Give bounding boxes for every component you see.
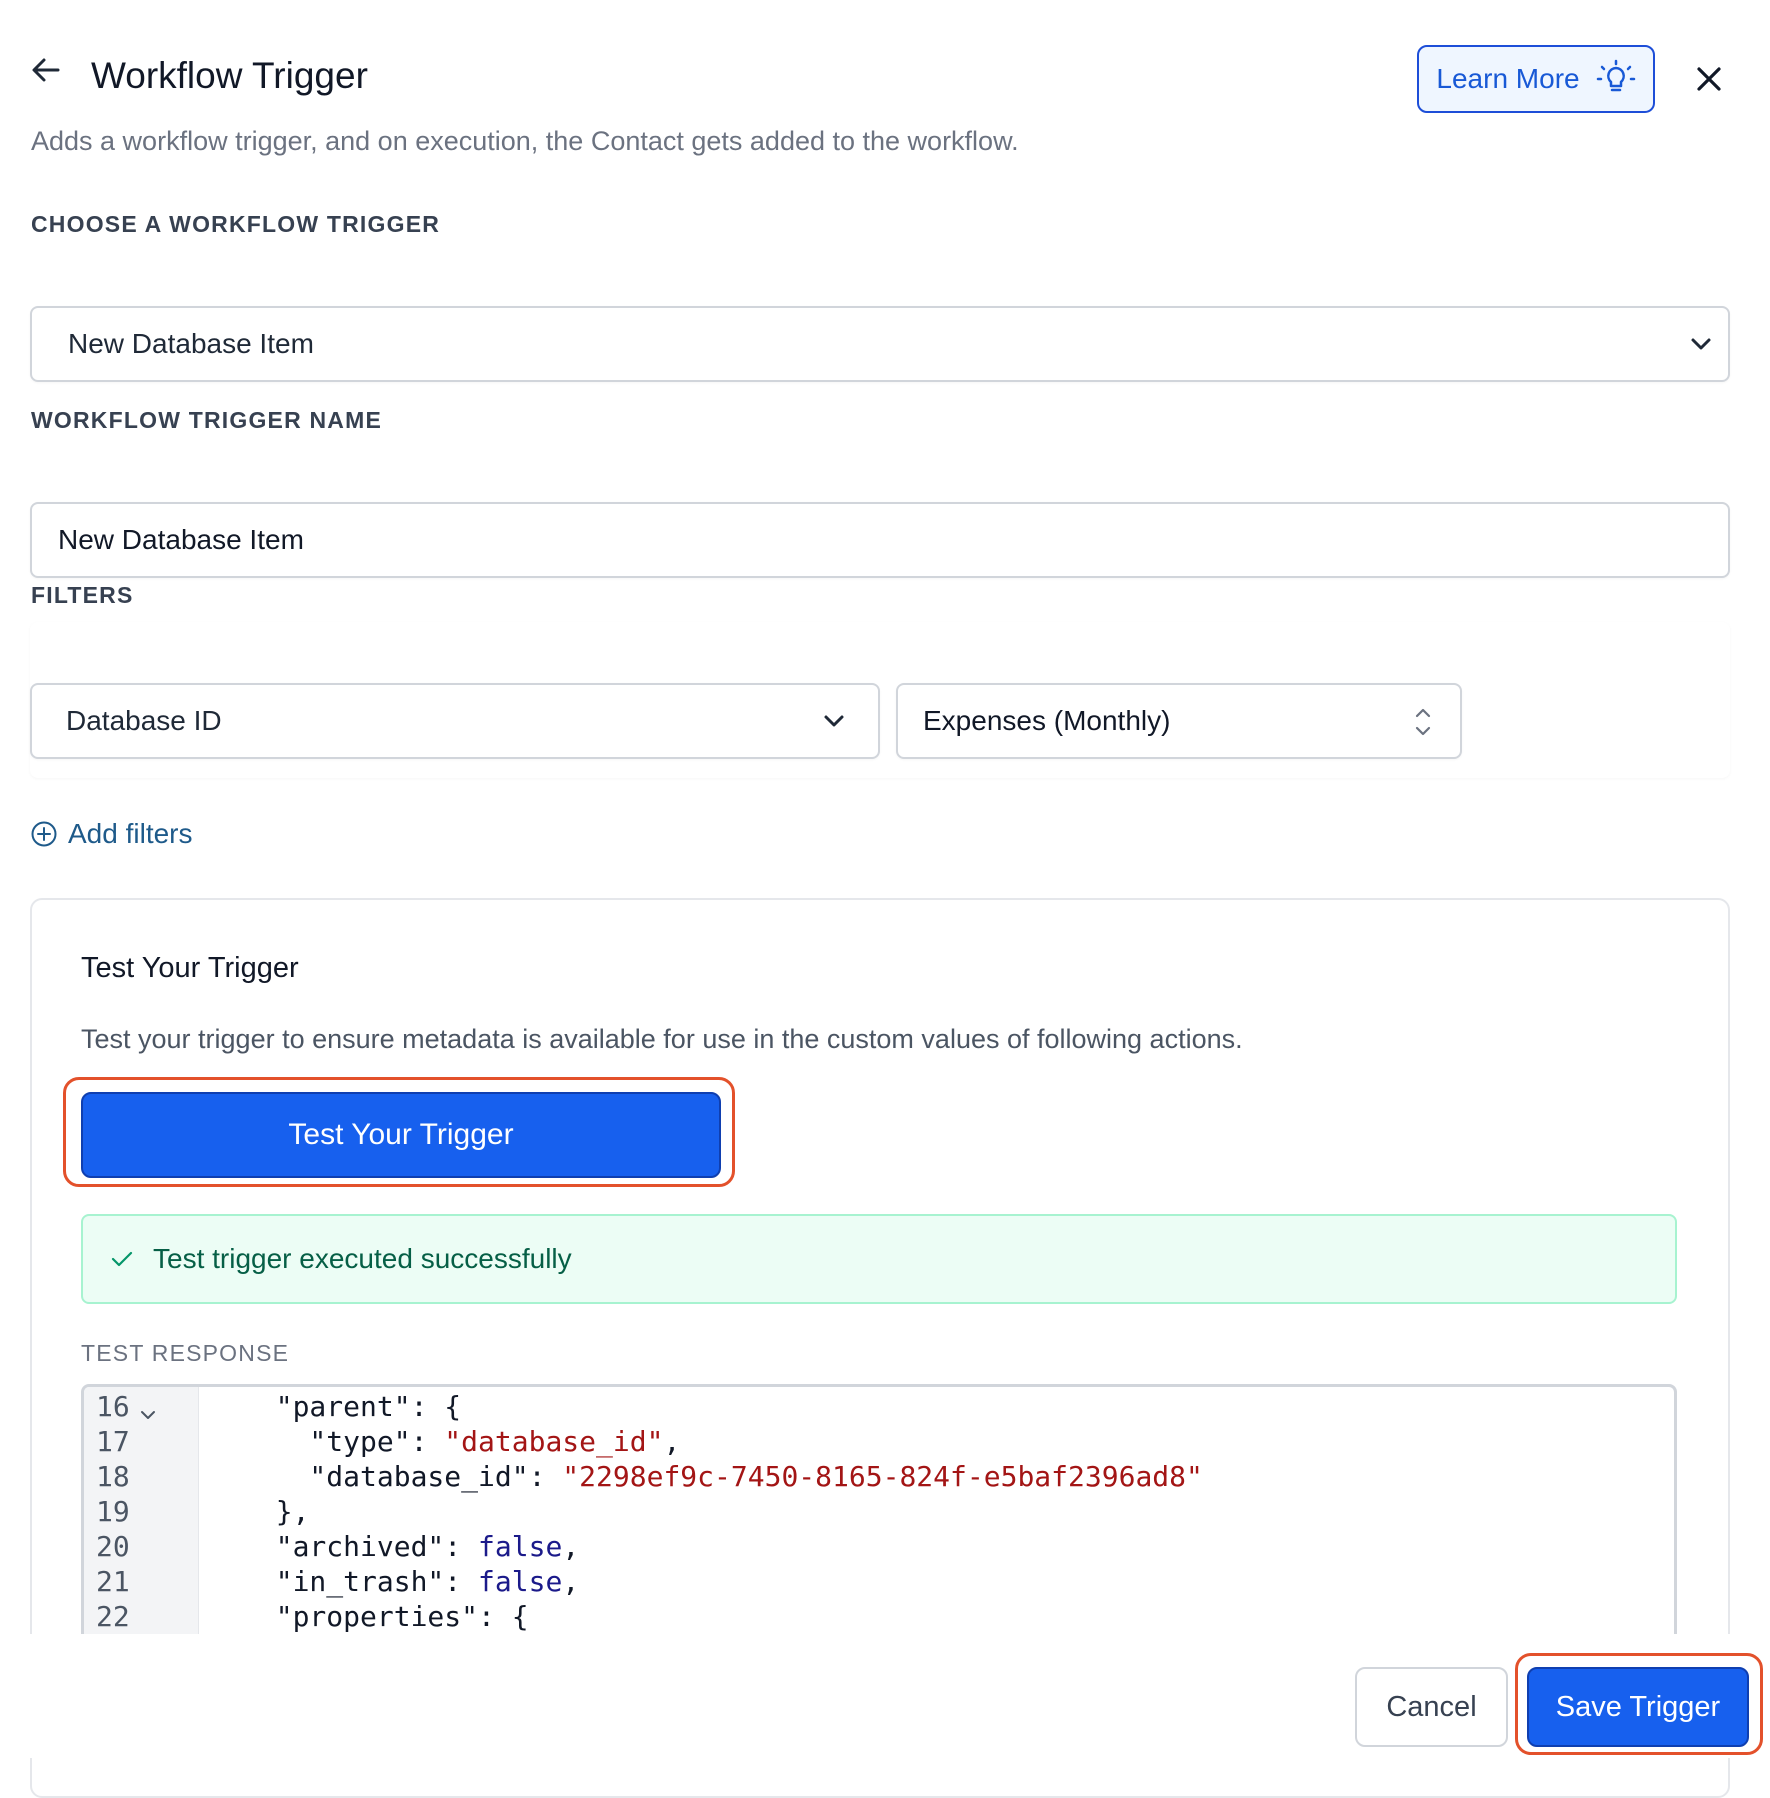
cancel-button[interactable]: Cancel	[1355, 1667, 1508, 1747]
line-number: 16	[96, 1390, 130, 1423]
line-number: 17	[96, 1425, 130, 1458]
chevron-updown-icon	[1415, 708, 1431, 736]
test-trigger-description: Test your trigger to ensure metadata is …	[81, 1024, 1243, 1054]
test-trigger-button[interactable]: Test Your Trigger	[81, 1092, 721, 1178]
cancel-button-label: Cancel	[1386, 1690, 1477, 1723]
check-icon	[111, 1251, 133, 1267]
trigger-name-input[interactable]: New Database Item	[30, 502, 1730, 578]
line-number: 20	[96, 1530, 130, 1563]
page-subtitle: Adds a workflow trigger, and on executio…	[31, 126, 1019, 156]
code-line: "parent": {	[242, 1390, 462, 1423]
line-number: 18	[96, 1460, 130, 1493]
trigger-name-value: New Database Item	[58, 524, 304, 555]
filter-value-select[interactable]: Expenses (Monthly)	[896, 683, 1462, 759]
code-line: "database_id": "2298ef9c-7450-8165-824f-…	[242, 1460, 1203, 1493]
success-banner: Test trigger executed successfully	[81, 1214, 1677, 1304]
plus-circle-icon	[31, 821, 57, 847]
filter-value-value: Expenses (Monthly)	[923, 705, 1171, 736]
trigger-name-label: WORKFLOW TRIGGER NAME	[31, 407, 382, 433]
learn-more-button[interactable]: Learn More	[1417, 45, 1655, 113]
choose-trigger-label: CHOOSE A WORKFLOW TRIGGER	[31, 211, 441, 237]
chevron-down-icon	[824, 715, 844, 727]
code-line: "in_trash": false,	[242, 1565, 580, 1598]
close-icon[interactable]	[1692, 62, 1726, 96]
test-response-editor[interactable]: 16 "parent": { 17 "type": "database_id", 1…	[81, 1384, 1677, 1634]
page-title: Workflow Trigger	[91, 55, 368, 96]
filter-key-select[interactable]: Database ID	[30, 683, 880, 759]
filter-key-value: Database ID	[66, 705, 222, 736]
line-number: 22	[96, 1600, 130, 1633]
save-trigger-button-label: Save Trigger	[1555, 1690, 1721, 1723]
trigger-select-value: New Database Item	[68, 328, 314, 359]
test-response-label: TEST RESPONSE	[81, 1340, 290, 1366]
keyword-token: false	[478, 1565, 563, 1598]
trigger-select[interactable]: New Database Item	[30, 306, 1730, 382]
line-number: 19	[96, 1495, 130, 1528]
add-filters-button[interactable]: Add filters	[30, 818, 193, 850]
chevron-down-icon	[1691, 338, 1711, 350]
test-trigger-title: Test Your Trigger	[81, 952, 299, 984]
string-token: "2298ef9c-7450-8165-824f-e5baf2396ad8"	[562, 1460, 1203, 1493]
fold-chevron-icon[interactable]	[140, 1409, 156, 1421]
line-number: 21	[96, 1565, 130, 1598]
success-message: Test trigger executed successfully	[153, 1243, 572, 1274]
learn-more-label: Learn More	[1436, 63, 1580, 94]
code-line: "type": "database_id",	[242, 1425, 681, 1458]
test-trigger-button-label: Test Your Trigger	[288, 1118, 514, 1151]
code-line: "properties": {	[242, 1600, 529, 1633]
filters-label: FILTERS	[31, 582, 134, 608]
string-token: "database_id"	[444, 1425, 664, 1458]
back-arrow-icon[interactable]	[28, 52, 64, 88]
code-line: },	[242, 1495, 310, 1528]
code-line: "archived": false,	[242, 1530, 580, 1563]
lightbulb-icon	[1596, 59, 1635, 92]
keyword-token: false	[478, 1530, 563, 1563]
save-trigger-button[interactable]: Save Trigger	[1527, 1667, 1749, 1747]
add-filters-label: Add filters	[68, 818, 193, 849]
